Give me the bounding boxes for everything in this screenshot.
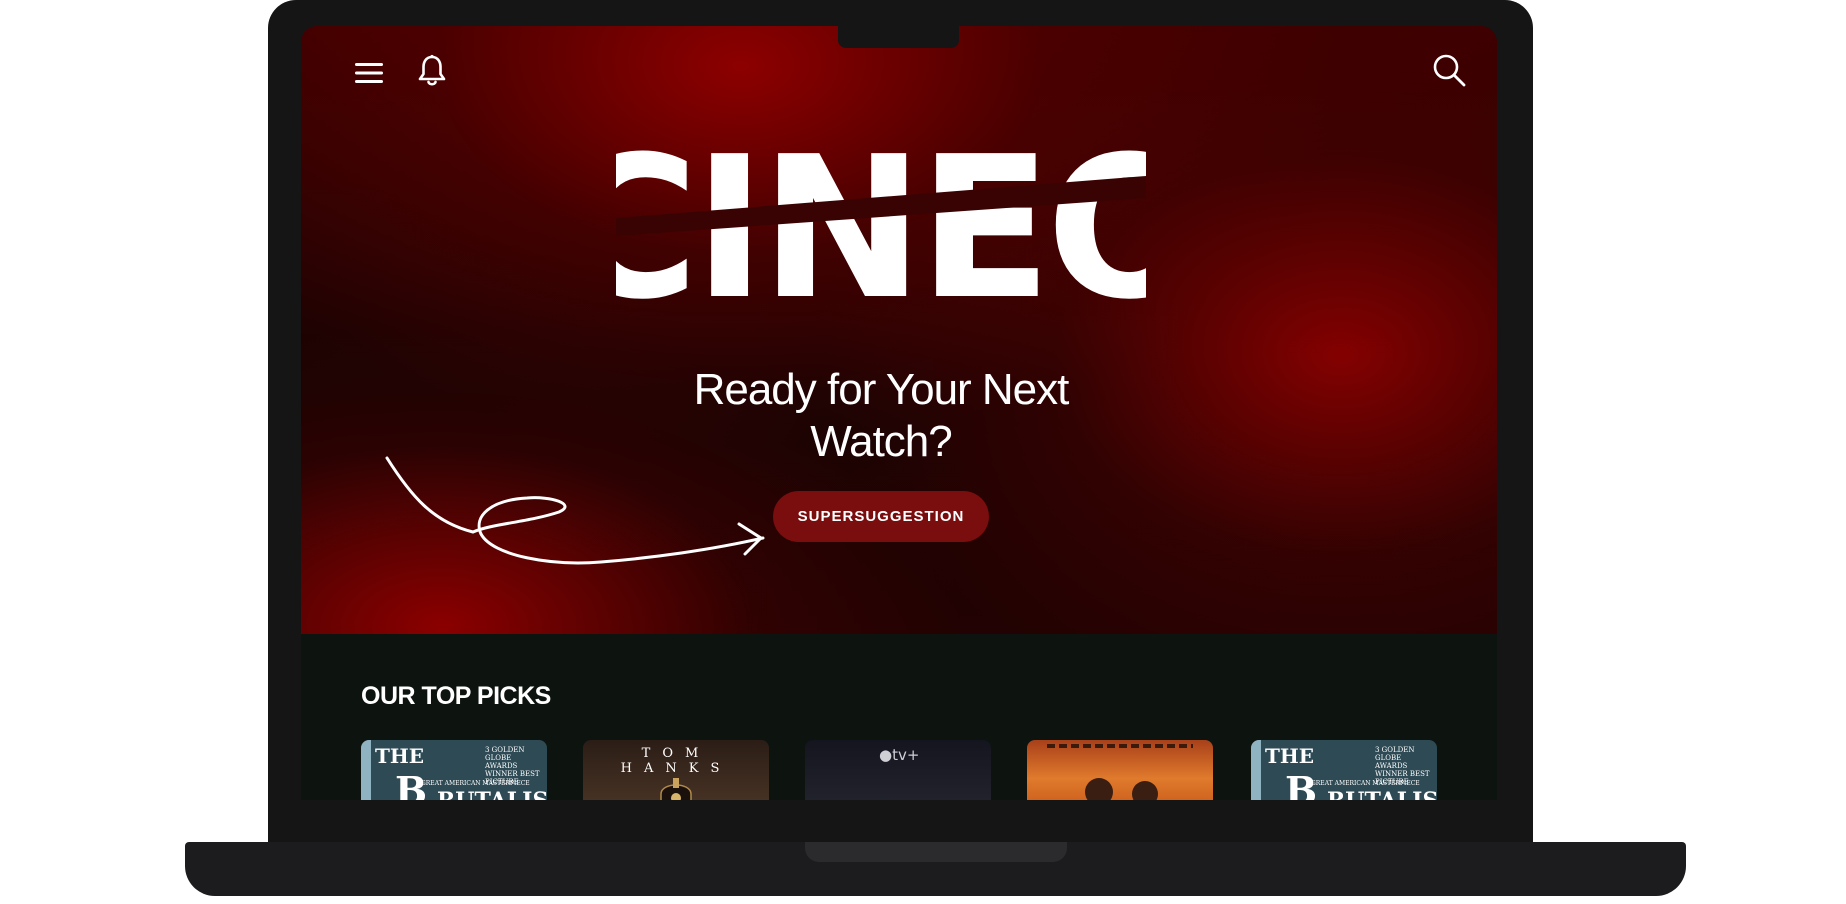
poster-card[interactable]: TOM HANKS [583,740,769,800]
top-picks-section: OUR TOP PICKS THE B RUTALIST 3 GOLDEN GL… [301,634,1497,800]
poster-card[interactable]: THE B RUTALIST 3 GOLDEN GLOBE AWARDS WIN… [361,740,547,800]
search-icon[interactable] [1431,52,1467,88]
supersuggestion-button[interactable]: SUPERSUGGESTION [773,491,989,542]
hamburger-menu-icon[interactable] [353,60,385,86]
cineo-logo: CINEO [555,115,1212,343]
poster-faces-icon [1085,778,1158,800]
laptop-base [185,842,1686,896]
bell-icon[interactable] [417,54,447,88]
poster-card[interactable] [1027,740,1213,800]
poster-brand: ●tv+ [879,746,919,764]
section-title: OUR TOP PICKS [361,682,551,710]
poster-title-top: THE [1265,744,1315,768]
poster-credits-strip [1047,744,1193,748]
apple-icon: ● [879,746,893,764]
poster-title-top: THE [375,744,425,768]
app-screen: CINEO Ready for Your Next Watch? SUPERSU… [301,26,1497,800]
poster-card[interactable]: ●tv+ [805,740,991,800]
poster-brand-text: tv+ [892,746,920,764]
poster-stripe [361,740,371,800]
cta-label: SUPERSUGGESTION [797,508,965,525]
poster-title-rest: RUTALIST [1327,788,1437,800]
poster-tag: GREAT AMERICAN MASTERPIECE [1311,780,1420,787]
hero-section: CINEO Ready for Your Next Watch? SUPERSU… [301,26,1497,634]
camera-notch [838,26,959,48]
poster-tag: GREAT AMERICAN MASTERPIECE [421,780,530,787]
helmet-icon [660,778,692,800]
poster-card[interactable]: THE B RUTALIST 3 GOLDEN GLOBE AWARDS WIN… [1251,740,1437,800]
poster-stripe [1251,740,1261,800]
trackpad-notch [805,842,1067,862]
arrow-scribble-icon [385,456,765,565]
poster-title-rest: RUTALIST [437,788,547,800]
